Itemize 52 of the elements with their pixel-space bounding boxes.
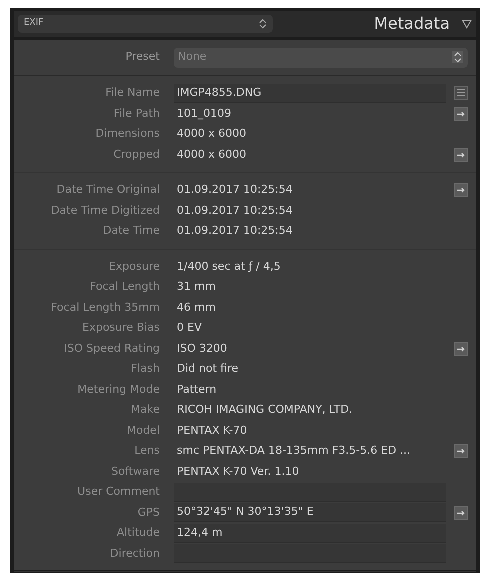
input-field[interactable]: 50°32'45" N 30°13'35" E: [174, 503, 446, 522]
stepper-icon: [259, 19, 267, 29]
field-label: File Path: [112, 106, 161, 122]
field-label: Altitude: [116, 525, 161, 541]
field-value: 01.09.2017 10:25:54: [177, 202, 293, 218]
input-field[interactable]: 124,4 m: [174, 524, 446, 543]
field-value: 4000 x 6000: [177, 126, 246, 142]
list-icon[interactable]: [454, 86, 468, 100]
field-label: Focal Length 35mm: [50, 300, 161, 316]
field-value: 4000 x 6000: [177, 146, 246, 162]
field-label: ISO Speed Rating: [63, 340, 161, 356]
field-value: 31 mm: [177, 279, 216, 295]
field-label: Cropped: [112, 146, 161, 162]
field-label: File Name: [104, 85, 161, 101]
field-value: 46 mm: [177, 300, 216, 316]
field-label: Date Time Original: [56, 182, 161, 198]
field-value: ISO 3200: [177, 340, 228, 356]
field-label: Model: [126, 422, 161, 438]
field-label: Focal Length: [89, 279, 161, 295]
field-value: 01.09.2017 10:25:54: [177, 182, 293, 198]
field-label: Dimensions: [94, 126, 161, 142]
field-value: Pattern: [177, 382, 217, 398]
field-label: Make: [130, 402, 161, 418]
field-label: Flash: [130, 361, 161, 377]
field-label: Date Time Digitized: [50, 202, 161, 218]
field-value: 101_0109: [177, 106, 232, 122]
field-label: Metering Mode: [76, 382, 161, 398]
field-label: GPS: [136, 504, 161, 520]
field-value: 124,4 m: [177, 524, 223, 540]
field-label: Preset: [124, 49, 161, 66]
field-label: User Comment: [76, 484, 161, 500]
field-label: Exposure Bias: [82, 320, 161, 336]
input-field[interactable]: IMGP4855.DNG: [174, 84, 446, 103]
field-label: Lens: [134, 443, 161, 459]
field-value: RICOH IMAGING COMPANY, LTD.: [177, 402, 353, 418]
field-value: IMGP4855.DNG: [177, 84, 262, 100]
field-value: smc PENTAX-DA 18-135mm F3.5-5.6 ED ...: [177, 443, 411, 459]
field-label: Direction: [109, 546, 161, 562]
field-value: 50°32'45" N 30°13'35" E: [177, 504, 314, 520]
field-value: Did not fire: [177, 361, 238, 377]
field-value: 0 EV: [177, 320, 202, 336]
field-value: 1/400 sec at ƒ / 4,5: [177, 258, 281, 274]
field-value: PENTAX K-70 Ver. 1.10: [177, 464, 300, 480]
panel-title: Metadata: [374, 13, 450, 35]
collapse-icon[interactable]: [462, 19, 472, 29]
field-label: Exposure: [108, 258, 161, 274]
stepper-icon: [452, 51, 464, 64]
field-value: 01.09.2017 10:25:54: [177, 223, 293, 239]
field-label: Date Time: [102, 223, 161, 239]
field-label: Software: [110, 464, 161, 480]
preset-dropdown[interactable]: EXIF: [18, 15, 273, 33]
field-value: PENTAX K-70: [177, 422, 248, 438]
